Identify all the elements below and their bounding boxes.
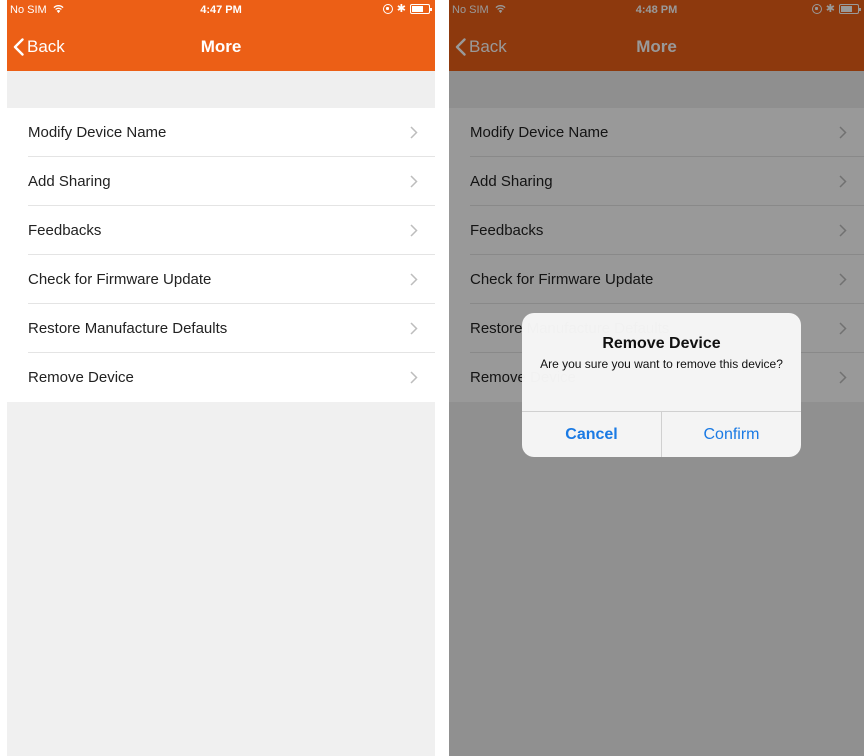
remove-device-dialog: Remove Device Are you sure you want to r… <box>522 313 801 457</box>
menu-item-label: Remove Device <box>28 369 134 386</box>
phone-screen-right: No SIM 4:48 PM ✱ Back More Modify Device… <box>449 0 864 756</box>
menu-item-label: Restore Manufacture Defaults <box>28 320 228 337</box>
menu-item-add-sharing[interactable]: Add Sharing <box>7 157 435 206</box>
menu-item-label: Feedbacks <box>28 222 102 239</box>
menu-item-check-firmware-update[interactable]: Check for Firmware Update <box>7 255 435 304</box>
chevron-right-icon <box>410 175 418 188</box>
menu-item-label: Modify Device Name <box>28 124 167 141</box>
dialog-title: Remove Device <box>602 335 721 352</box>
phone-screen-left: No SIM 4:47 PM ✱ Back More Modify Device… <box>7 0 435 756</box>
back-label: Back <box>27 36 65 56</box>
chevron-right-icon <box>410 224 418 237</box>
cancel-button[interactable]: Cancel <box>522 412 662 457</box>
dialog-button-row: Cancel Confirm <box>522 411 801 457</box>
bluetooth-icon: ✱ <box>396 3 406 15</box>
status-bar: No SIM 4:47 PM ✱ <box>7 0 435 22</box>
nav-bar: Back More <box>7 22 435 71</box>
chevron-right-icon <box>410 371 418 384</box>
confirm-button[interactable]: Confirm <box>662 412 801 457</box>
settings-menu-list: Modify Device Name Add Sharing Feedbacks… <box>7 108 435 402</box>
chevron-right-icon <box>410 126 418 139</box>
menu-item-restore-defaults[interactable]: Restore Manufacture Defaults <box>7 304 435 353</box>
chevron-right-icon <box>410 273 418 286</box>
back-button[interactable]: Back <box>13 22 65 71</box>
menu-item-label: Add Sharing <box>28 173 111 190</box>
chevron-right-icon <box>410 322 418 335</box>
battery-icon <box>410 4 432 14</box>
menu-item-remove-device[interactable]: Remove Device <box>7 353 435 402</box>
rotation-lock-icon <box>382 4 393 14</box>
status-time: 4:47 PM <box>200 4 242 16</box>
section-spacer <box>7 71 435 108</box>
chevron-left-icon <box>13 37 24 56</box>
dialog-message: Are you sure you want to remove this dev… <box>540 357 783 371</box>
menu-item-label: Check for Firmware Update <box>28 271 212 288</box>
page-title: More <box>200 37 242 56</box>
menu-item-modify-device-name[interactable]: Modify Device Name <box>7 108 435 157</box>
menu-item-feedbacks[interactable]: Feedbacks <box>7 206 435 255</box>
